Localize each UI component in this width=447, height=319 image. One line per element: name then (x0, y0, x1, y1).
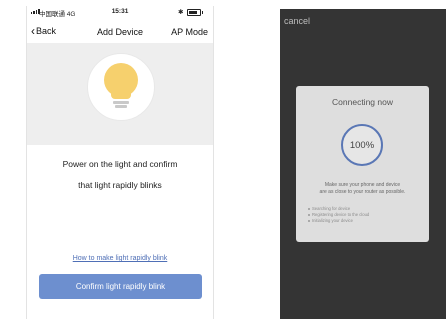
nav-bar: ‹ Back Add Device AP Mode (27, 21, 213, 43)
status-bar: 中国联通 4G 15:31 ✱ (27, 6, 213, 20)
step-item: Registering device to the cloud (308, 212, 369, 217)
bullet-icon (308, 207, 310, 210)
ap-mode-button[interactable]: AP Mode (171, 27, 208, 37)
proximity-note-line-1: Make sure your phone and device (324, 182, 401, 188)
lightbulb-icon (87, 53, 155, 121)
add-device-screen: 中国联通 4G 15:31 ✱ ‹ Back Add Device AP Mod… (26, 6, 214, 319)
connecting-dialog: Connecting now 100% Make sure your phone… (296, 86, 429, 242)
illustration-panel (27, 43, 213, 145)
dialog-title: Connecting now (332, 97, 393, 107)
cancel-button[interactable]: cancel (284, 16, 310, 26)
blink-help-link[interactable]: How to make light rapidly blink (27, 255, 213, 262)
bluetooth-icon: ✱ (178, 9, 184, 16)
bulb-neck (111, 89, 131, 99)
step-item: Searching for device (308, 206, 350, 211)
instruction-line-1: Power on the light and confirm (62, 159, 178, 169)
status-time: 15:31 (111, 8, 129, 15)
progress-ring: 100% (341, 124, 383, 166)
step-item: Initializing your device (308, 218, 353, 223)
connecting-screen: cancel Connecting now 100% Make sure you… (280, 9, 446, 319)
progress-percent: 100% (349, 139, 375, 151)
battery-icon (187, 9, 203, 16)
proximity-note-line-2: are as close to your router as possible. (319, 189, 406, 195)
confirm-blink-button[interactable]: Confirm light rapidly blink (39, 274, 202, 299)
instruction-line-2: that light rapidly blinks (78, 180, 162, 190)
bullet-icon (308, 213, 310, 216)
bulb-base-ring (113, 101, 129, 104)
bulb-base-ring (115, 105, 127, 108)
bullet-icon (308, 219, 310, 222)
